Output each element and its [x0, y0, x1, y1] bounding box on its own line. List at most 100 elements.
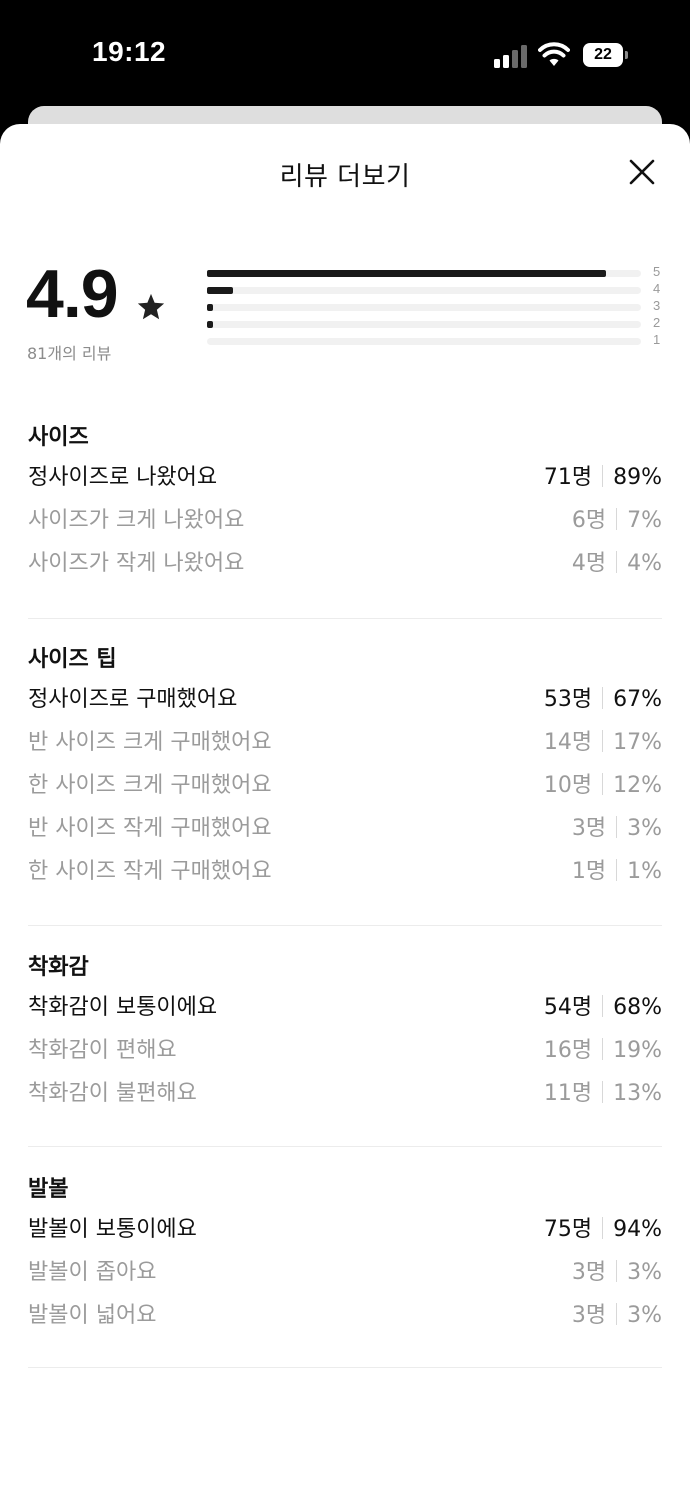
review-attribute-section: 사이즈 팁 정사이즈로 구매했어요 53명 67% 반 사이즈 크게 구매했어요 14명 1… — [28, 642, 662, 893]
option-percent: 3% — [627, 1260, 662, 1285]
option-count: 75명 — [543, 1217, 593, 1242]
stat-divider — [616, 859, 618, 881]
option-count: 3명 — [571, 816, 607, 841]
section-title: 사이즈 — [28, 425, 89, 450]
option-percent: 7% — [627, 508, 662, 533]
option-row: 반 사이즈 크게 구매했어요 14명 17% — [28, 721, 662, 764]
option-count: 14명 — [543, 730, 593, 755]
stat-divider — [602, 465, 604, 487]
option-row: 착화감이 불편해요 11명 13% — [28, 1072, 662, 1115]
distribution-row: 4 — [207, 281, 667, 298]
option-label: 발볼이 넓어요 — [28, 1303, 157, 1328]
option-label: 반 사이즈 크게 구매했어요 — [28, 730, 272, 755]
option-stats: 53명 67% — [544, 678, 662, 721]
option-count: 3명 — [571, 1303, 607, 1328]
distribution-label: 5 — [653, 264, 661, 279]
option-percent: 3% — [627, 816, 662, 841]
option-label: 착화감이 편해요 — [28, 1038, 177, 1063]
distribution-track — [207, 304, 641, 311]
distribution-label: 2 — [653, 315, 661, 330]
option-stats: 1명 1% — [572, 850, 662, 893]
close-icon[interactable] — [622, 152, 662, 192]
option-row: 한 사이즈 작게 구매했어요 1명 1% — [28, 850, 662, 893]
option-count: 54명 — [543, 995, 593, 1020]
stat-divider — [616, 508, 618, 530]
distribution-track — [207, 338, 641, 345]
stat-divider — [602, 687, 604, 709]
section-title: 발볼 — [28, 1177, 69, 1202]
option-count: 6명 — [571, 508, 607, 533]
option-row: 사이즈가 크게 나왔어요 6명 7% — [28, 499, 662, 542]
option-count: 16명 — [543, 1038, 593, 1063]
option-percent: 67% — [613, 687, 662, 712]
option-label: 반 사이즈 작게 구매했어요 — [28, 816, 272, 841]
option-stats: 4명 4% — [572, 542, 662, 585]
option-stats: 10명 12% — [544, 764, 662, 807]
stat-divider — [602, 1038, 604, 1060]
stat-divider — [602, 1217, 604, 1239]
distribution-bar — [207, 321, 213, 328]
option-label: 사이즈가 작게 나왔어요 — [28, 551, 245, 576]
option-row: 발볼이 보통이에요 75명 94% — [28, 1208, 662, 1251]
section-divider — [28, 1146, 662, 1147]
option-row: 정사이즈로 구매했어요 53명 67% — [28, 678, 662, 721]
distribution-row: 2 — [207, 315, 667, 332]
cellular-signal-icon — [494, 44, 528, 68]
distribution-bar — [207, 287, 233, 294]
sheet-title: 리뷰 더보기 — [279, 162, 411, 192]
option-percent: 68% — [613, 995, 662, 1020]
option-label: 한 사이즈 크게 구매했어요 — [28, 773, 272, 798]
option-stats: 11명 13% — [544, 1072, 662, 1115]
option-label: 발볼이 좁아요 — [28, 1260, 157, 1285]
stat-divider — [616, 1260, 618, 1282]
distribution-bar — [207, 270, 606, 277]
option-percent: 1% — [627, 859, 662, 884]
review-attribute-section: 착화감 착화감이 보통이에요 54명 68% 착화감이 편해요 16명 19% 착화감이 불편… — [28, 950, 662, 1115]
option-row: 착화감이 편해요 16명 19% — [28, 1029, 662, 1072]
option-count: 53명 — [543, 687, 593, 712]
battery-icon: 22 — [583, 43, 629, 67]
option-stats: 75명 94% — [544, 1208, 662, 1251]
option-percent: 3% — [627, 1303, 662, 1328]
option-percent: 4% — [627, 551, 662, 576]
option-count: 11명 — [543, 1081, 593, 1106]
stat-divider — [602, 773, 604, 795]
review-attribute-section: 발볼발볼이 보통이에요 75명 94% 발볼이 좁아요 3명 3% 발볼이 넓어요 3명 3% — [28, 1172, 662, 1337]
option-label: 사이즈가 크게 나왔어요 — [28, 508, 245, 533]
option-stats: 6명 7% — [572, 499, 662, 542]
option-count: 71명 — [543, 465, 593, 490]
option-label: 한 사이즈 작게 구매했어요 — [28, 859, 272, 884]
distribution-label: 3 — [653, 298, 661, 313]
section-divider — [28, 618, 662, 619]
option-stats: 3명 3% — [572, 1294, 662, 1337]
option-stats: 14명 17% — [544, 721, 662, 764]
section-divider — [28, 1367, 662, 1368]
section-divider — [28, 925, 662, 926]
stat-divider — [616, 551, 618, 573]
distribution-row: 3 — [207, 298, 667, 315]
stat-divider — [616, 816, 618, 838]
stat-divider — [616, 1303, 618, 1325]
option-label: 발볼이 보통이에요 — [28, 1217, 197, 1242]
distribution-bar — [207, 304, 213, 311]
section-title: 착화감 — [28, 955, 89, 980]
status-bar: 19:12 22 — [0, 0, 690, 110]
option-percent: 89% — [613, 465, 662, 490]
wifi-icon — [538, 42, 570, 66]
option-percent: 17% — [613, 730, 662, 755]
average-rating: 4.9 — [26, 256, 119, 332]
option-row: 정사이즈로 나왔어요 71명 89% — [28, 456, 662, 499]
option-percent: 12% — [613, 773, 662, 798]
distribution-track — [207, 287, 641, 294]
option-percent: 19% — [613, 1038, 662, 1063]
option-row: 사이즈가 작게 나왔어요 4명 4% — [28, 542, 662, 585]
option-percent: 94% — [613, 1217, 662, 1242]
stat-divider — [602, 730, 604, 752]
distribution-track — [207, 321, 641, 328]
option-stats: 54명 68% — [544, 986, 662, 1029]
star-icon — [137, 293, 165, 320]
option-label: 정사이즈로 나왔어요 — [28, 465, 218, 490]
option-row: 한 사이즈 크게 구매했어요 10명 12% — [28, 764, 662, 807]
option-stats: 3명 3% — [572, 807, 662, 850]
distribution-row: 1 — [207, 332, 667, 349]
